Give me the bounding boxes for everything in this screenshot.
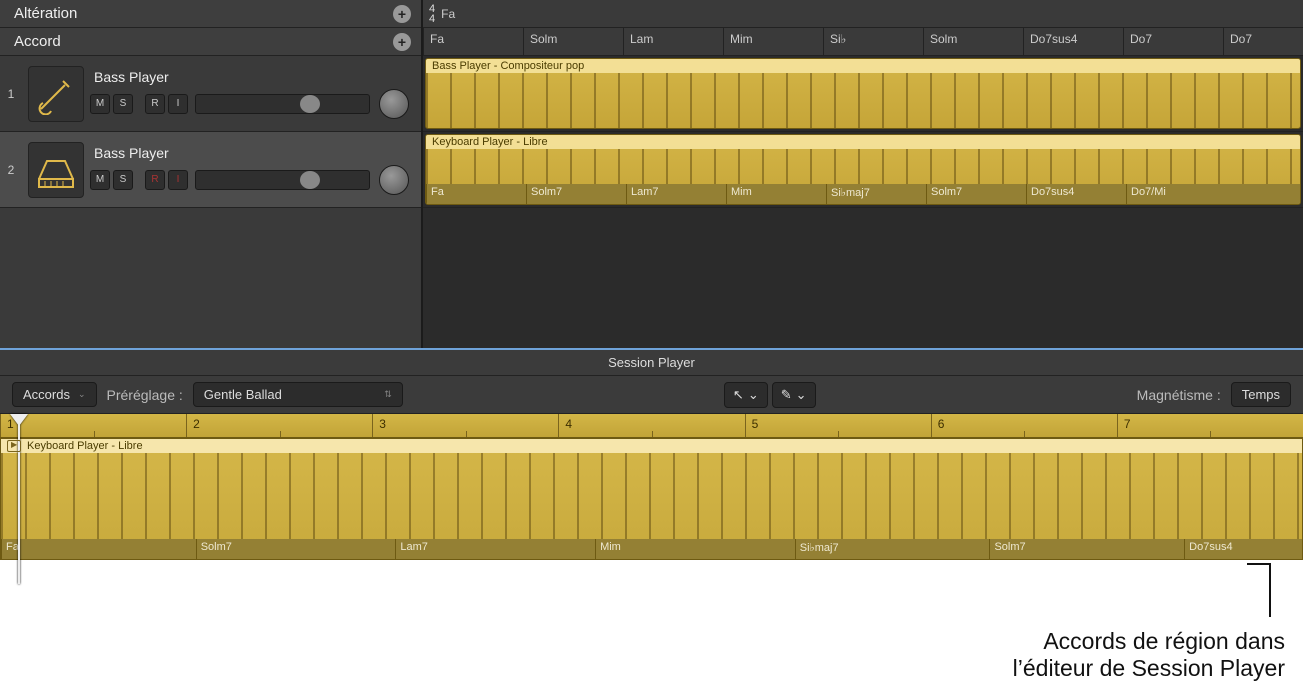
key-label: Fa	[441, 7, 455, 21]
global-track-accord: Accord +	[0, 28, 421, 56]
chord-cell[interactable]: Do7	[1123, 28, 1223, 55]
region-lane[interactable]: Keyboard Player - Libre FaSolm7Lam7MimSi…	[423, 132, 1303, 208]
editor-lane[interactable]: 1234567 Keyboard Player - Libre FaSolm7L…	[0, 414, 1303, 560]
add-accord-button[interactable]: +	[393, 33, 411, 51]
pencil-tool[interactable]: ✎ ⌄	[772, 382, 816, 408]
pencil-icon: ✎	[781, 387, 792, 403]
chord-cell[interactable]: Do7sus4	[1023, 28, 1123, 55]
add-alteration-button[interactable]: +	[393, 5, 411, 23]
track-row[interactable]: 2 Bass Player M S R I	[0, 132, 421, 208]
region-chord-row[interactable]: FaSolm7Lam7MimSi♭maj7Solm7Do7sus4Do7/Mi	[426, 184, 1300, 204]
chevron-down-icon: ⌄	[748, 387, 759, 403]
midi-notes	[426, 73, 1300, 128]
accords-dropdown[interactable]: Accords ⌄	[12, 382, 97, 407]
pan-knob[interactable]	[379, 165, 409, 195]
mute-button[interactable]: M	[90, 94, 110, 114]
solo-button[interactable]: S	[113, 94, 133, 114]
ruler-bar[interactable]: 6	[931, 414, 1117, 437]
chord-cell[interactable]: Si♭maj7	[826, 184, 926, 204]
track-number: 1	[0, 87, 22, 101]
track-name: Bass Player	[90, 69, 415, 85]
loop-icon	[7, 440, 21, 452]
arrange-area[interactable]: 4 4 Fa FaSolmLamMimSi♭SolmDo7sus4Do7Do7 …	[423, 0, 1303, 348]
region-lane[interactable]: Bass Player - Compositeur pop	[423, 56, 1303, 132]
ruler-bar[interactable]: 3	[372, 414, 558, 437]
global-chord-track[interactable]: FaSolmLamMimSi♭SolmDo7sus4Do7Do7	[423, 28, 1303, 56]
updown-icon: ⇅	[384, 389, 392, 400]
preset-dropdown[interactable]: Gentle Ballad ⇅	[193, 382, 403, 407]
chord-cell[interactable]: Fa	[426, 184, 526, 204]
pan-knob[interactable]	[379, 89, 409, 119]
chevron-down-icon: ⌄	[796, 387, 807, 403]
timesig-den: 4	[429, 14, 435, 24]
editor-ruler[interactable]: 1234567	[0, 414, 1303, 438]
ruler-bar[interactable]: 5	[745, 414, 931, 437]
chord-cell[interactable]: Do7sus4	[1026, 184, 1126, 204]
chord-cell[interactable]: Lam7	[626, 184, 726, 204]
chord-cell[interactable]: Solm	[523, 28, 623, 55]
ruler-bar[interactable]: 7	[1117, 414, 1303, 437]
editor-region-clip[interactable]: Keyboard Player - Libre FaSolm7Lam7MimSi…	[0, 438, 1303, 560]
track-row[interactable]: 1 Bass Player M S R I	[0, 56, 421, 132]
chord-cell[interactable]: Lam	[623, 28, 723, 55]
session-player-title: Session Player	[0, 350, 1303, 376]
chord-cell[interactable]: Lam7	[395, 539, 595, 559]
guitar-icon	[28, 66, 84, 122]
chevron-down-icon: ⌄	[78, 389, 86, 400]
chord-cell[interactable]: Do7/Mi	[1126, 184, 1226, 204]
clip-title: Keyboard Player - Libre	[426, 135, 1300, 149]
mute-button[interactable]: M	[90, 170, 110, 190]
editor-clip-title: Keyboard Player - Libre	[27, 440, 143, 452]
track-header-panel: Altération + Accord + 1 Bass Player M S …	[0, 0, 423, 348]
midi-notes	[1, 453, 1302, 539]
chord-cell[interactable]: Mim	[595, 539, 795, 559]
volume-slider[interactable]	[195, 170, 370, 190]
chord-cell[interactable]: Si♭maj7	[795, 539, 990, 559]
chord-cell[interactable]: Solm	[923, 28, 1023, 55]
volume-slider[interactable]	[195, 94, 370, 114]
timesig-num: 4	[429, 4, 435, 14]
chord-cell[interactable]: Solm7	[196, 539, 396, 559]
clip-title: Bass Player - Compositeur pop	[426, 59, 1300, 73]
chord-cell[interactable]: Fa	[1, 539, 196, 559]
input-button[interactable]: I	[168, 94, 188, 114]
editor-toolbar: Accords ⌄ Préréglage : Gentle Ballad ⇅ ↖…	[0, 376, 1303, 414]
midi-notes	[426, 149, 1300, 184]
ruler-bar[interactable]: 1	[0, 414, 186, 437]
ruler-bar[interactable]: 2	[186, 414, 372, 437]
ruler-bar[interactable]: 4	[558, 414, 744, 437]
preset-label: Préréglage :	[107, 387, 183, 403]
track-name: Bass Player	[90, 145, 415, 161]
chord-cell[interactable]: Solm7	[526, 184, 626, 204]
snap-label: Magnétisme :	[1137, 387, 1221, 403]
solo-button[interactable]: S	[113, 170, 133, 190]
piano-icon	[28, 142, 84, 198]
alteration-label: Altération	[14, 5, 77, 22]
global-track-alteration: Altération +	[0, 0, 421, 28]
chord-cell[interactable]: Si♭	[823, 28, 923, 55]
pointer-icon: ↖	[733, 387, 744, 403]
record-button[interactable]: R	[145, 170, 165, 190]
chord-cell[interactable]: Do7sus4	[1184, 539, 1302, 559]
pointer-tool[interactable]: ↖ ⌄	[724, 382, 768, 408]
chord-cell[interactable]: Mim	[723, 28, 823, 55]
region-clip[interactable]: Keyboard Player - Libre FaSolm7Lam7MimSi…	[425, 134, 1301, 205]
track-number: 2	[0, 163, 22, 177]
chord-cell[interactable]: Fa	[423, 28, 523, 55]
region-chord-row[interactable]: FaSolm7Lam7MimSi♭maj7Solm7Do7sus4	[1, 539, 1302, 559]
chord-cell[interactable]: Solm7	[926, 184, 1026, 204]
input-button[interactable]: I	[168, 170, 188, 190]
region-clip[interactable]: Bass Player - Compositeur pop	[425, 58, 1301, 129]
snap-dropdown[interactable]: Temps	[1231, 382, 1291, 407]
chord-cell[interactable]: Solm7	[989, 539, 1184, 559]
record-button[interactable]: R	[145, 94, 165, 114]
time-signature-row: 4 4 Fa	[423, 0, 1303, 28]
accord-label: Accord	[14, 33, 61, 50]
chord-cell[interactable]: Do7	[1223, 28, 1303, 55]
chord-cell[interactable]: Mim	[726, 184, 826, 204]
